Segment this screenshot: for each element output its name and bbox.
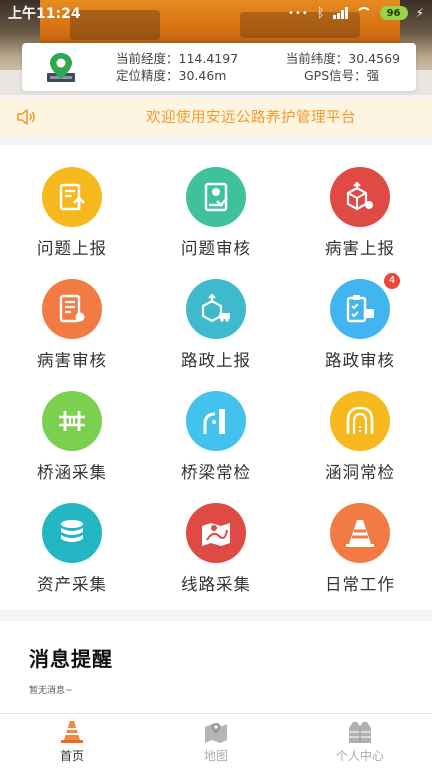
menu-item-road-admin-review[interactable]: 4 路政审核 [288,257,432,370]
status-icons: ••• ᛒ 96 ⚡ [288,6,424,21]
menu-item-label: 资产采集 [37,575,107,594]
notice-bar[interactable]: 欢迎使用安远公路养护管理平台 [0,98,432,135]
map-icon [205,723,227,743]
database-icon [42,503,102,563]
charging-icon: ⚡ [415,6,424,20]
wifi-icon [355,7,372,19]
notice-text: 欢迎使用安远公路养护管理平台 [146,110,356,126]
menu-item-problem-report[interactable]: 问题上报 [0,145,144,258]
menu-item-culvert-inspection[interactable]: 涵洞常检 [288,369,432,482]
menu-item-problem-review[interactable]: 问题审核 [144,145,288,258]
menu-item-bridge-inspection[interactable]: 桥梁常检 [144,369,288,482]
clipboard-truck-icon [330,279,390,339]
menu-item-route-collect[interactable]: 线路采集 [144,481,288,594]
bridge-icon [186,391,246,451]
traffic-cone-icon [330,503,390,563]
messages-section: 消息提醒 暂无消息~ [0,621,432,713]
list-bug-icon [42,279,102,339]
location-map-icon [47,53,75,82]
messages-empty-text: 暂无消息~ [29,686,73,696]
tab-profile[interactable]: 个人中心 [288,714,432,768]
box-car-icon [186,279,246,339]
function-grid: 问题上报 问题审核 病害上报 病害审核 路政上报 4 路政审核 桥涵采集 桥梁常… [0,145,432,610]
menu-item-label: 问题上报 [37,239,107,258]
tunnel-icon [330,391,390,451]
tab-map[interactable]: 地图 [144,714,288,768]
status-time: 上午11:24 [8,6,81,22]
menu-item-road-admin-report[interactable]: 路政上报 [144,257,288,370]
signal-icon [332,7,348,19]
menu-item-label: 桥涵采集 [37,463,107,482]
gps-signal-text: GPS信号：强 [304,68,380,83]
menu-item-label: 路政审核 [325,351,395,370]
menu-item-asset-collect[interactable]: 资产采集 [0,481,144,594]
gps-texts: 当前经度：114.4197 当前纬度：30.4569 定位精度：30.46m G… [116,50,400,84]
battery-icon: 96 [379,6,408,20]
menu-item-label: 路政上报 [181,351,251,370]
bluetooth-icon: ᛒ [316,5,325,21]
bridge-culvert-icon [42,391,102,451]
menu-item-label: 日常工作 [325,575,395,594]
status-bar: 上午11:24 ••• ᛒ 96 ⚡ [0,0,432,26]
tab-label: 首页 [59,749,84,763]
app-screen: 上午11:24 ••• ᛒ 96 ⚡ 当前经度：114.4197 当前纬度：30… [0,0,432,768]
menu-item-label: 线路采集 [181,575,251,594]
review-icon [186,167,246,227]
latitude-text: 当前纬度：30.4569 [285,51,400,66]
longitude-text: 当前经度：114.4197 [116,51,239,66]
menu-item-label: 涵洞常检 [325,463,395,482]
bottom-tab-bar: 首页 地图 个人中心 [0,713,432,768]
menu-item-label: 病害上报 [325,239,395,258]
menu-item-bridge-culvert-collect[interactable]: 桥涵采集 [0,369,144,482]
notification-badge: 4 [384,273,400,289]
report-upload-icon [42,167,102,227]
speaker-icon [17,108,35,125]
tab-label: 个人中心 [335,749,384,763]
menu-item-damage-report[interactable]: 病害上报 [288,145,432,258]
menu-item-label: 病害审核 [37,351,107,370]
gps-info-card: 当前经度：114.4197 当前纬度：30.4569 定位精度：30.46m G… [22,43,416,91]
menu-item-label: 问题审核 [181,239,251,258]
cone-home-icon [61,721,83,743]
map-route-icon [186,503,246,563]
accuracy-text: 定位精度：30.46m [116,68,227,83]
menu-item-daily-work[interactable]: 日常工作 [288,481,432,594]
tab-label: 地图 [203,749,228,763]
more-dots-icon: ••• [288,7,309,19]
tab-home[interactable]: 首页 [0,714,144,768]
vest-person-icon [349,722,371,743]
menu-item-label: 桥梁常检 [181,463,251,482]
menu-item-damage-review[interactable]: 病害审核 [0,257,144,370]
box-bug-icon [330,167,390,227]
messages-title: 消息提醒 [29,647,113,671]
